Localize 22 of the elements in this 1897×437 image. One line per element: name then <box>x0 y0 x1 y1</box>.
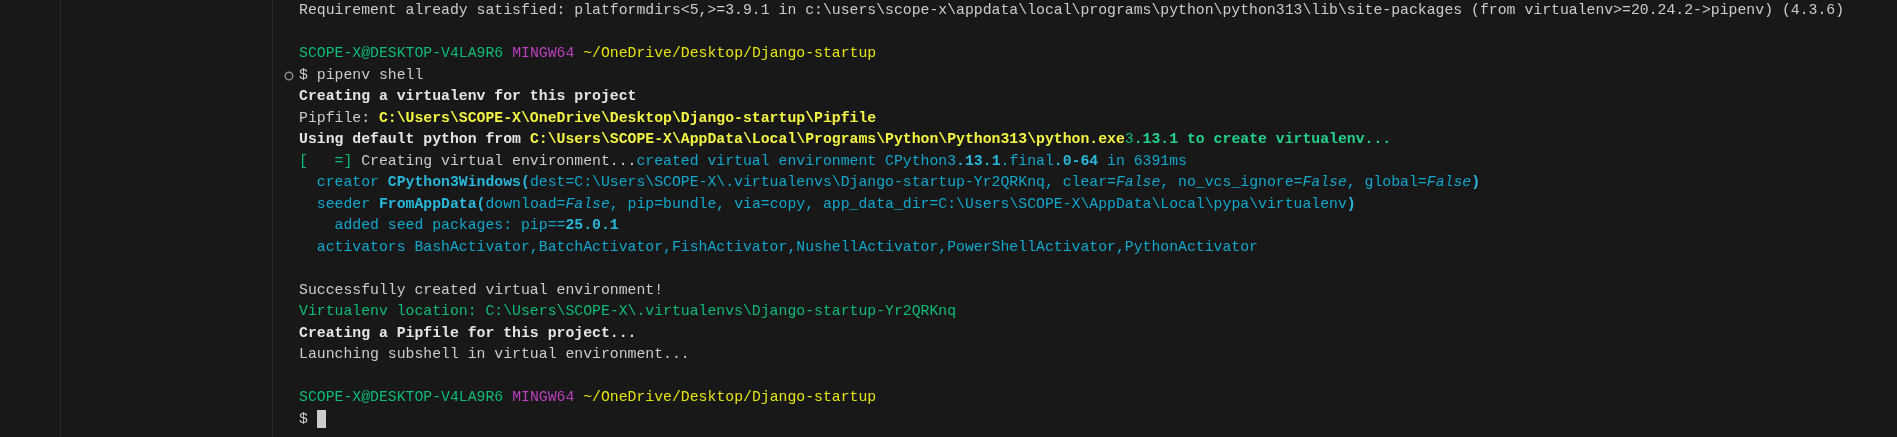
current-path: ~/OneDrive/Desktop/Django-startup <box>583 44 877 63</box>
terminal-line: Creating a virtualenv for this project <box>299 87 637 106</box>
command-prompt: $ <box>299 409 308 429</box>
shell-name: MINGW64 <box>512 44 575 63</box>
current-path: ~/OneDrive/Desktop/Django-startup <box>583 388 877 407</box>
terminal-line: activators BashActivator,BatchActivator,FishActivator,NushellActivator,PowerShellActivator,PythonActivator <box>315 237 1258 257</box>
terminal-line: seeder FromAppData(download=False, pip=bundle, via=copy, app_data_dir=C:\Users\SCOPE-X\AppData\Local\pypa\virtualenv) <box>315 194 1356 214</box>
user-host: SCOPE-X@DESKTOP-V4LA9R6 <box>299 44 504 63</box>
terminal-line: Using default python from C:\Users\SCOPE-X\AppData\Local\Programs\Python\Python313\python.exe3.13.1 to create virtualenv... <box>299 130 1392 149</box>
terminal-line: Pipfile: C:\Users\SCOPE-X\OneDrive\Desktop\Django-startup\Pipfile <box>299 108 877 128</box>
terminal-line: Creating a Pipfile for this project... <box>299 323 637 343</box>
terminal-line: added seed packages: pip==25.0.1 <box>333 216 619 235</box>
user-host: SCOPE-X@DESKTOP-V4LA9R6 <box>299 388 504 407</box>
terminal-line: creator CPython3Windows(dest=C:\Users\SCOPE-X\.virtualenvs\Django-startup-Yr2QRKnq, clear=False, no_vcs_ignore=False, global=False) <box>315 173 1481 192</box>
terminal-line: Successfully created virtual environment! <box>299 280 664 300</box>
command-marker-icon[interactable] <box>284 70 294 81</box>
terminal-line: Virtualenv location: C:\Users\SCOPE-X\.virtualenvs\Django-startup-Yr2QRKnq <box>299 302 957 321</box>
shell-name: MINGW64 <box>512 388 575 407</box>
command-text: $ pipenv shell <box>299 65 424 85</box>
terminal-line: Requirement already satisfied: platformdirs<5,>=3.9.1 in c:\users\scope-x\appdata\local\programs\python\python313\lib\site-packages (from virtualenv>=20.24.2->pipenv) (4.3.6) <box>299 1 1845 20</box>
terminal-line: Launching subshell in virtual environment... <box>299 345 690 364</box>
terminal-line: [ =] Creating virtual environment...created virtual environment CPython3.13.1.final.0-64 in 6391ms <box>299 151 1187 171</box>
